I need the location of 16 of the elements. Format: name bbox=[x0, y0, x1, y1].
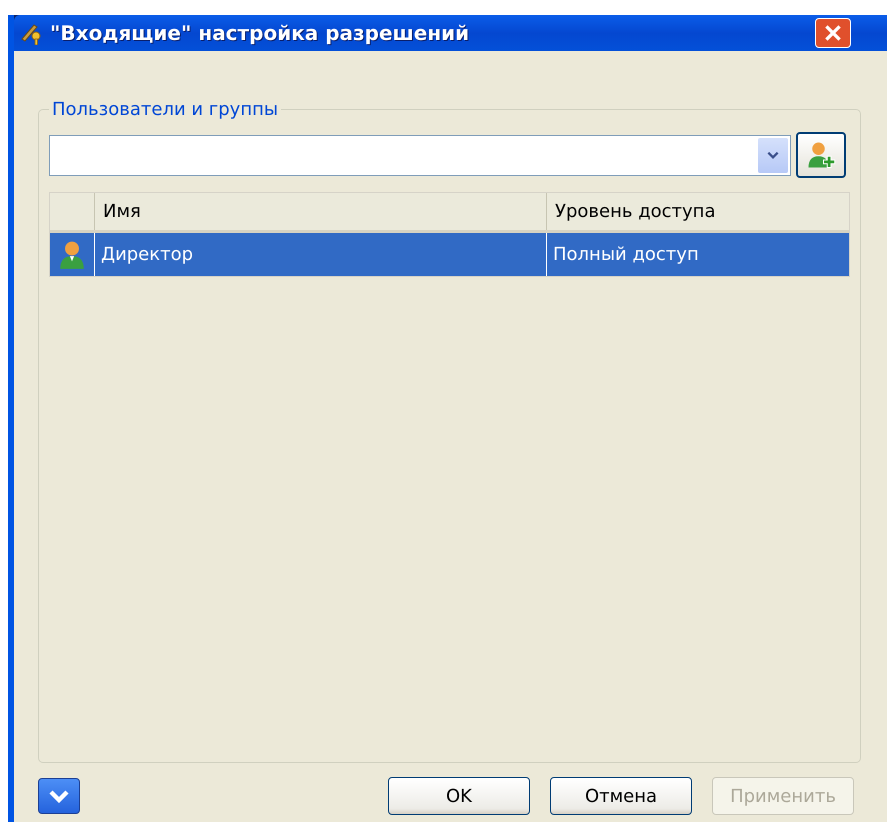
close-button[interactable] bbox=[815, 18, 851, 48]
table-cell: Директор bbox=[94, 233, 546, 276]
table-row[interactable]: Директор Полный доступ bbox=[50, 233, 849, 276]
user-combobox[interactable] bbox=[49, 134, 791, 176]
dialog-button[interactable]: OK bbox=[388, 777, 530, 815]
column-header[interactable]: Имя bbox=[94, 193, 546, 230]
expand-button[interactable] bbox=[38, 778, 80, 814]
user-icon bbox=[59, 240, 85, 270]
dialog-button[interactable]: Отмена bbox=[550, 777, 692, 815]
window-title: "Входящие" настройка разрешений bbox=[50, 21, 470, 45]
dropdown-button[interactable] bbox=[758, 138, 788, 172]
add-user-button[interactable] bbox=[796, 132, 846, 178]
user-add-icon bbox=[806, 140, 836, 170]
group-label: Пользователи и группы bbox=[51, 99, 280, 120]
column-header[interactable]: Уровень доступа bbox=[546, 193, 849, 230]
table-cell: Полный доступ bbox=[546, 233, 849, 276]
